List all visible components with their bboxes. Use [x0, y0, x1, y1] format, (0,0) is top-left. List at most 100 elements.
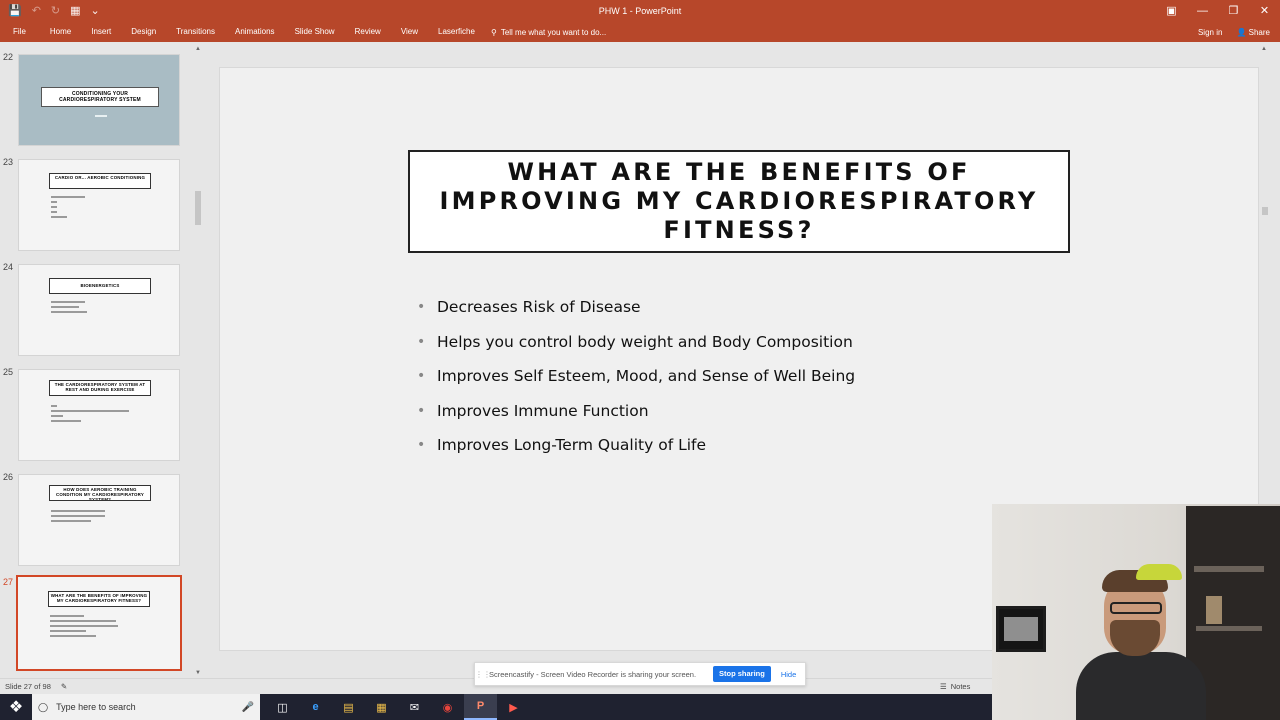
slide-thumbnail-26[interactable]: HOW DOES AEROBIC TRAINING CONDITION MY C… [18, 474, 180, 566]
slide-position: Slide 27 of 98 [5, 682, 51, 691]
ribbon-display-options-icon[interactable]: ▣ [1156, 0, 1187, 22]
bullet-item: Helps you control body weight and Body C… [417, 331, 855, 366]
thumb-number: 22 [3, 52, 14, 62]
windows-start-button[interactable]: ❖ [0, 694, 32, 720]
thumb-title: THE CARDIORESPIRATORY SYSTEM AT REST AND… [49, 380, 151, 396]
slide-thumbnails-panel: 22 CONDITIONING YOUR CARDIORESPIRATORY S… [0, 42, 208, 678]
taskbar-apps: ◫ e ▤ ▦ ✉ ◉ P ▶ [266, 694, 530, 720]
close-icon[interactable]: ✕ [1249, 0, 1280, 22]
tell-me-box[interactable]: ⚲ Tell me what you want to do... [491, 28, 606, 37]
window-controls: ▣ — ❐ ✕ [1156, 0, 1280, 22]
slide-thumbnail-25[interactable]: THE CARDIORESPIRATORY SYSTEM AT REST AND… [18, 369, 180, 461]
file-explorer-icon[interactable]: ▤ [332, 694, 365, 720]
edge-browser-icon[interactable]: e [299, 694, 332, 720]
thumb-subtitle-line [95, 115, 107, 117]
notes-button[interactable]: ☰ Notes [940, 682, 970, 691]
sharing-message: Screencastify - Screen Video Recorder is… [489, 669, 697, 679]
thumb-text-line [50, 620, 116, 622]
thumb-text-line [51, 306, 79, 308]
microphone-icon[interactable]: 🎤 [242, 702, 254, 713]
tab-laserfiche[interactable]: Laserfiche [428, 22, 485, 42]
task-view-icon[interactable]: ◫ [266, 694, 299, 720]
webcam-overlay [992, 504, 1280, 720]
screen-sharing-bar: ⋮⋮ Screencastify - Screen Video Recorder… [474, 662, 806, 686]
stop-sharing-button[interactable]: Stop sharing [713, 666, 771, 682]
screencastify-icon[interactable]: ▶ [497, 694, 530, 720]
restore-icon[interactable]: ❐ [1218, 0, 1249, 22]
thumb-text-line [51, 211, 57, 213]
tab-insert[interactable]: Insert [81, 22, 121, 42]
bullet-item: Improves Immune Function [417, 400, 855, 435]
powerpoint-icon[interactable]: P [464, 694, 497, 720]
bullet-item: Decreases Risk of Disease [417, 296, 855, 331]
notes-icon: ☰ [940, 682, 947, 691]
tab-animations[interactable]: Animations [225, 22, 285, 42]
minimize-icon[interactable]: — [1187, 0, 1218, 22]
thumbnails-scrollbar[interactable]: ▲ ▼ [194, 46, 202, 676]
tab-home[interactable]: Home [40, 22, 81, 42]
sign-in-link[interactable]: Sign in [1198, 28, 1222, 37]
tab-slide-show[interactable]: Slide Show [285, 22, 345, 42]
thumb-text-line [51, 410, 129, 412]
tab-view[interactable]: View [391, 22, 428, 42]
taskbar-search-box[interactable]: ◯ Type here to search 🎤 [32, 694, 260, 720]
thumb-title: WHAT ARE THE BENEFITS OF IMPROVING MY CA… [48, 591, 150, 607]
scrollbar-thumb[interactable] [1262, 207, 1268, 215]
person-icon: 👤 [1236, 27, 1247, 37]
thumb-text-line [50, 630, 86, 632]
hide-button[interactable]: Hide [781, 670, 796, 679]
thumb-number: 27 [3, 577, 14, 587]
tab-review[interactable]: Review [345, 22, 391, 42]
slide-bullet-list[interactable]: Decreases Risk of Disease Helps you cont… [417, 296, 855, 469]
lightbulb-icon: ⚲ [490, 27, 497, 37]
ribbon-tabs: File Home Insert Design Transitions Anim… [0, 22, 1280, 42]
thumb-text-line [51, 405, 57, 407]
share-label: Share [1248, 27, 1270, 37]
thumb-text-line [51, 216, 67, 218]
thumb-text-line [51, 196, 85, 198]
drag-handle-icon[interactable]: ⋮⋮ [475, 670, 491, 679]
slide-title[interactable]: WHAT ARE THE BENEFITS OF IMPROVING MY CA… [408, 150, 1070, 253]
search-placeholder: Type here to search [56, 702, 136, 712]
window-title: PHW 1 - PowerPoint [598, 6, 682, 16]
scroll-down-icon[interactable]: ▼ [194, 670, 202, 676]
thumb-text-line [51, 415, 63, 417]
tab-file[interactable]: File [0, 22, 40, 42]
thumb-number: 23 [3, 157, 14, 167]
thumb-text-line [51, 206, 57, 208]
thumb-text-line [51, 301, 85, 303]
thumb-title: CARDIO OR... AEROBIC CONDITIONING [49, 173, 151, 189]
thumb-title: BIOENERGETICS [49, 278, 151, 294]
scroll-up-icon[interactable]: ▲ [194, 46, 202, 52]
spell-check-icon[interactable]: ✎ [61, 682, 67, 691]
slide-thumbnail-22[interactable]: CONDITIONING YOUR CARDIORESPIRATORY SYST… [18, 54, 180, 146]
webcam-picture-frame [996, 606, 1046, 652]
thumb-text-line [51, 520, 91, 522]
scroll-up-icon[interactable]: ▲ [1261, 46, 1267, 52]
thumb-text-line [51, 420, 81, 422]
tell-me-text: Tell me what you want to do... [500, 27, 607, 37]
thumb-text-line [51, 201, 57, 203]
thumb-number: 26 [3, 472, 14, 482]
thumb-number: 25 [3, 367, 14, 377]
scrollbar-thumb[interactable] [195, 191, 201, 225]
thumb-text-line [50, 625, 118, 627]
slide-thumbnail-27[interactable]: WHAT ARE THE BENEFITS OF IMPROVING MY CA… [16, 575, 182, 671]
bullet-item: Improves Self Esteem, Mood, and Sense of… [417, 365, 855, 400]
slide-thumbnail-24[interactable]: BIOENERGETICS [18, 264, 180, 356]
slide-thumbnail-23[interactable]: CARDIO OR... AEROBIC CONDITIONING [18, 159, 180, 251]
mail-icon[interactable]: ✉ [398, 694, 431, 720]
tab-design[interactable]: Design [121, 22, 166, 42]
title-bar: 💾 ↶ ↻ ▦ ⌄ PHW 1 - PowerPoint ▣ — ❐ ✕ [0, 0, 1280, 22]
cortana-circle-icon: ◯ [38, 701, 49, 712]
thumb-text-line [50, 615, 84, 617]
thumb-text-line [51, 311, 87, 313]
webcam-helmet [1136, 564, 1182, 580]
windows-taskbar: ❖ ◯ Type here to search 🎤 ◫ e ▤ ▦ ✉ ◉ P … [0, 694, 992, 720]
thumb-title: HOW DOES AEROBIC TRAINING CONDITION MY C… [49, 485, 151, 501]
tab-transitions[interactable]: Transitions [166, 22, 225, 42]
share-button[interactable]: 👤 Share [1236, 28, 1270, 37]
thumb-title: CONDITIONING YOUR CARDIORESPIRATORY SYST… [41, 87, 159, 107]
chrome-icon[interactable]: ◉ [431, 694, 464, 720]
store-icon[interactable]: ▦ [365, 694, 398, 720]
